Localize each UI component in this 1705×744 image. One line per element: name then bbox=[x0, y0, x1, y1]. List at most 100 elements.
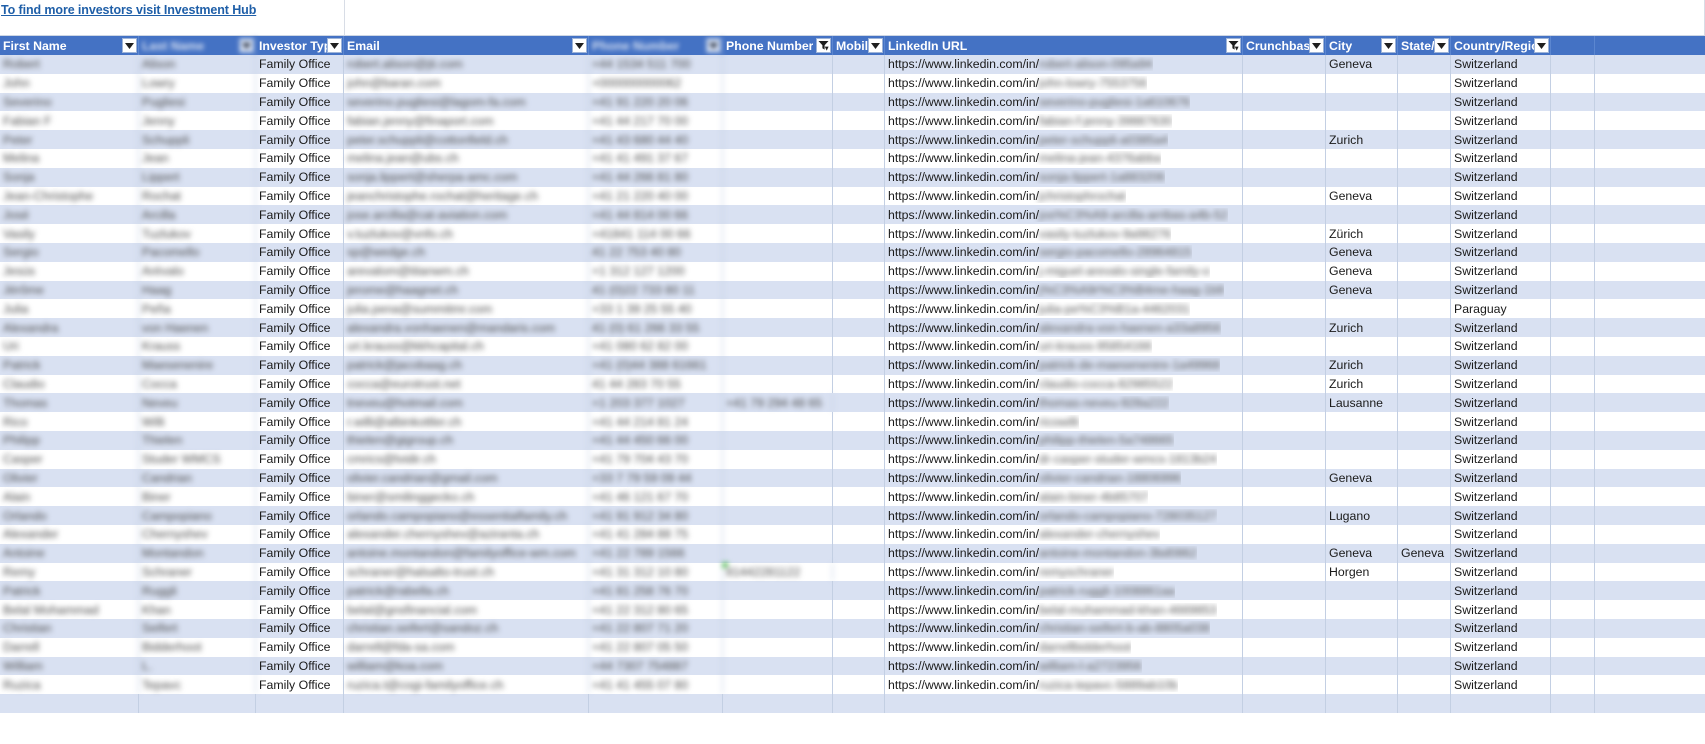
cell-phone-number-4[interactable]: +41 81 258 76 70 bbox=[589, 581, 723, 601]
cell-mobil-6[interactable] bbox=[833, 318, 885, 337]
cell-phone-number-5[interactable] bbox=[723, 637, 833, 657]
cell-linkedin-url-7[interactable]: https://www.linkedin.com/in/sergio-pacom… bbox=[885, 242, 1243, 262]
cell-phone-number-5[interactable] bbox=[723, 694, 833, 713]
cell-email-3[interactable]: orlando.campopiano@essentialfamily.ch bbox=[344, 506, 589, 525]
filter-dropdown-icon[interactable] bbox=[1309, 38, 1324, 53]
table-row[interactable]: Vasily Tuzlukov Family Office v.tuzlukov@vn… bbox=[0, 224, 1705, 243]
cell-blank-12[interactable] bbox=[1551, 449, 1595, 469]
cell-blank-12[interactable] bbox=[1551, 581, 1595, 601]
cell-country-region-11[interactable]: Switzerland bbox=[1451, 562, 1551, 582]
cell-mobil-6[interactable] bbox=[833, 205, 885, 225]
cell-last-name-1[interactable]: Pacomello bbox=[139, 242, 256, 262]
cell-phone-number-5[interactable] bbox=[723, 581, 833, 601]
cell-country-region-11[interactable]: Switzerland bbox=[1451, 412, 1551, 431]
cell-linkedin-url-7[interactable]: https://www.linkedin.com/in/jos%C3%A9-ar… bbox=[885, 205, 1243, 225]
cell-linkedin-url-7[interactable]: https://www.linkedin.com/in/j-miguel-are… bbox=[885, 261, 1243, 281]
cell-country-region-11[interactable]: Switzerland bbox=[1451, 393, 1551, 413]
cell-investor-type-2[interactable]: Family Office bbox=[256, 336, 344, 356]
cell-phone-number-5[interactable] bbox=[723, 242, 833, 262]
cell-phone-number-5[interactable] bbox=[723, 261, 833, 281]
cell-state-p-10[interactable] bbox=[1398, 242, 1451, 262]
cell-phone-number-4[interactable]: +41 22 789 1566 bbox=[589, 543, 723, 563]
cell-first-name-0[interactable]: Alexander bbox=[0, 524, 139, 544]
cell-state-p-10[interactable] bbox=[1398, 224, 1451, 243]
cell-last-name-1[interactable]: Campopiano bbox=[139, 506, 256, 525]
cell-crunchbase-8[interactable] bbox=[1243, 55, 1326, 74]
cell-crunchbase-8[interactable] bbox=[1243, 562, 1326, 582]
cell-phone-number-4[interactable]: +41 22 807 71 20 bbox=[589, 618, 723, 638]
table-row[interactable]: Alexandra von Haenen Family Office alexandr… bbox=[0, 318, 1705, 337]
cell-investor-type-2[interactable]: Family Office bbox=[256, 299, 344, 319]
cell-investor-type-2[interactable]: Family Office bbox=[256, 186, 344, 206]
cell-city-9[interactable] bbox=[1326, 299, 1398, 319]
cell-blank-12[interactable] bbox=[1551, 393, 1595, 413]
cell-country-region-11[interactable]: Switzerland bbox=[1451, 600, 1551, 619]
cell-crunchbase-8[interactable] bbox=[1243, 656, 1326, 676]
column-header-crunchbase-8[interactable]: Crunchbase bbox=[1243, 36, 1326, 55]
cell-last-name-1[interactable]: von Haenen bbox=[139, 318, 256, 337]
cell-state-p-10[interactable] bbox=[1398, 280, 1451, 300]
cell-mobil-6[interactable] bbox=[833, 299, 885, 319]
cell-country-region-11[interactable]: Switzerland bbox=[1451, 468, 1551, 488]
cell-investor-type-2[interactable]: Family Office bbox=[256, 111, 344, 131]
cell-investor-type-2[interactable]: Family Office bbox=[256, 468, 344, 488]
cell-country-region-11[interactable]: Switzerland bbox=[1451, 524, 1551, 544]
cell-first-name-0[interactable]: Sergio bbox=[0, 242, 139, 262]
cell-blank-12[interactable] bbox=[1551, 186, 1595, 206]
cell-last-name-1[interactable]: Tuzlukov bbox=[139, 224, 256, 243]
cell-phone-number-4[interactable]: +33 1 39 25 55 40 bbox=[589, 299, 723, 319]
cell-mobil-6[interactable] bbox=[833, 393, 885, 413]
cell-phone-number-5[interactable] bbox=[723, 506, 833, 525]
cell-first-name-0[interactable]: Peter bbox=[0, 130, 139, 149]
cell-first-name-0[interactable]: Remy bbox=[0, 562, 139, 582]
cell-phone-number-4[interactable]: +41 41 491 37 67 bbox=[589, 148, 723, 168]
filter-dropdown-icon[interactable] bbox=[868, 38, 883, 53]
table-row[interactable]: Darrell Bidderhoot Family Office darrell@fd… bbox=[0, 637, 1705, 657]
cell-state-p-10[interactable] bbox=[1398, 618, 1451, 638]
cell-email-3[interactable]: arevalom@titanwm.ch bbox=[344, 261, 589, 281]
cell-phone-number-4[interactable]: +41 44 450 66 00 bbox=[589, 430, 723, 450]
table-row[interactable]: Severino Pugliesi Family Office severino.pu… bbox=[0, 92, 1705, 112]
cell-last-name-1[interactable]: Khan bbox=[139, 600, 256, 619]
cell-email-3[interactable]: darrell@fda-sa.com bbox=[344, 637, 589, 657]
table-row[interactable]: Ruzica Tepavc Family Office ruzica.t@cogi-f… bbox=[0, 675, 1705, 695]
cell-state-p-10[interactable] bbox=[1398, 524, 1451, 544]
cell-investor-type-2[interactable]: Family Office bbox=[256, 543, 344, 563]
cell-first-name-0[interactable]: Patrick bbox=[0, 581, 139, 601]
cell-investor-type-2[interactable]: Family Office bbox=[256, 374, 344, 394]
cell-mobil-6[interactable] bbox=[833, 468, 885, 488]
table-row[interactable]: William L. Family Office william@koa.com +44… bbox=[0, 656, 1705, 676]
cell-last-name-1[interactable]: Maesenenire bbox=[139, 355, 256, 375]
cell-state-p-10[interactable] bbox=[1398, 393, 1451, 413]
cell-phone-number-5[interactable] bbox=[723, 487, 833, 507]
table-row[interactable]: Peter Schuppli Family Office peter.schuppli… bbox=[0, 130, 1705, 149]
cell-first-name-0[interactable]: Darrell bbox=[0, 637, 139, 657]
cell-blank-12[interactable] bbox=[1551, 524, 1595, 544]
cell-email-3[interactable]: r.willi@albinkottler.ch bbox=[344, 412, 589, 431]
cell-state-p-10[interactable] bbox=[1398, 449, 1451, 469]
cell-blank-12[interactable] bbox=[1551, 487, 1595, 507]
cell-blank-12[interactable] bbox=[1551, 280, 1595, 300]
cell-last-name-1[interactable]: Tepavc bbox=[139, 675, 256, 695]
cell-state-p-10[interactable] bbox=[1398, 430, 1451, 450]
cell-first-name-0[interactable]: Sonja bbox=[0, 167, 139, 187]
cell-phone-number-5[interactable] bbox=[723, 543, 833, 563]
cell-state-p-10[interactable] bbox=[1398, 562, 1451, 582]
cell-phone-number-4[interactable]: 41 (0) 61 266 33 55 bbox=[589, 318, 723, 337]
table-row[interactable]: Julia Peña Family Office julia.pena@summitm… bbox=[0, 299, 1705, 319]
cell-linkedin-url-7[interactable]: https://www.linkedin.com/in/alexandra-vo… bbox=[885, 318, 1243, 337]
cell-phone-number-5[interactable] bbox=[723, 130, 833, 149]
table-row[interactable]: Jesús Arévalo Family Office arevalom@titanw… bbox=[0, 261, 1705, 281]
cell-phone-number-5[interactable] bbox=[723, 205, 833, 225]
cell-country-region-11[interactable]: Switzerland bbox=[1451, 167, 1551, 187]
cell-blank-12[interactable] bbox=[1551, 55, 1595, 74]
cell-crunchbase-8[interactable] bbox=[1243, 92, 1326, 112]
cell-phone-number-5[interactable]: +41 79 294 48 65 bbox=[723, 393, 833, 413]
table-row[interactable]: Robert Alison Family Office robert.alison@j… bbox=[0, 55, 1705, 74]
cell-phone-number-5[interactable]: 81442281122 bbox=[723, 562, 833, 582]
table-row[interactable]: Uri Krauss Family Office uri.krauss@kkhcapi… bbox=[0, 336, 1705, 356]
cell-country-region-11[interactable]: Switzerland bbox=[1451, 449, 1551, 469]
cell-investor-type-2[interactable]: Family Office bbox=[256, 449, 344, 469]
cell-country-region-11[interactable]: Switzerland bbox=[1451, 581, 1551, 601]
cell-phone-number-5[interactable] bbox=[723, 148, 833, 168]
